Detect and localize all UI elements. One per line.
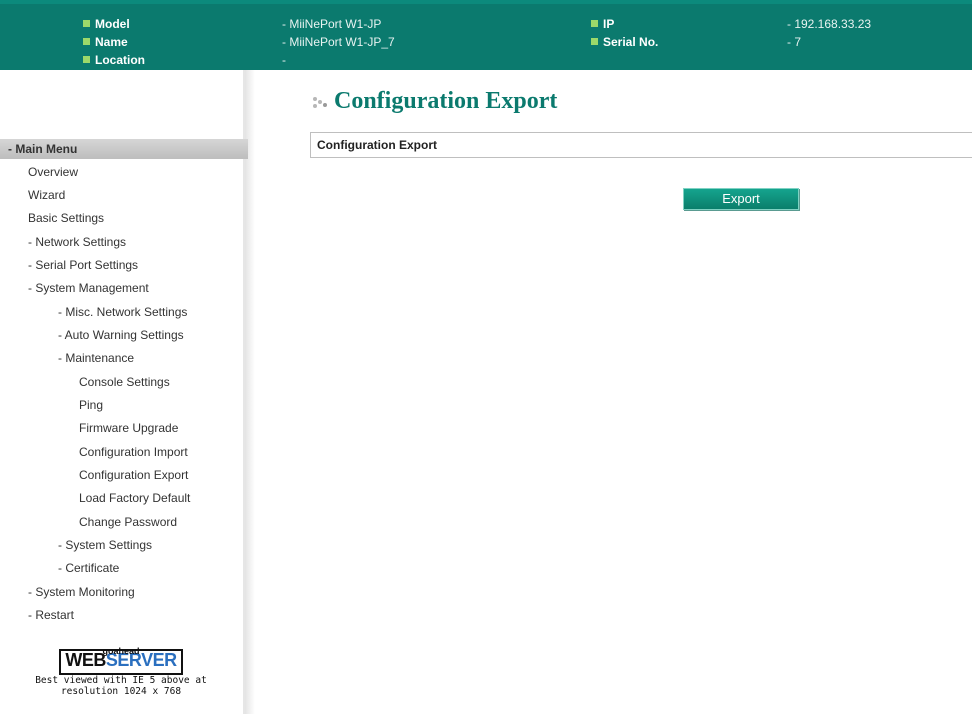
menu-item-restart[interactable]: - Restart xyxy=(28,606,74,624)
location-value: - xyxy=(282,52,286,68)
ip-label: IP xyxy=(603,17,615,31)
page-title-text: Configuration Export xyxy=(334,88,558,114)
name-value: - MiiNePort W1-JP_7 xyxy=(282,34,395,50)
main-menu-header[interactable]: - Main Menu xyxy=(0,139,248,159)
menu-item-configuration-export[interactable]: Configuration Export xyxy=(79,466,188,484)
menu-item-system-settings[interactable]: - System Settings xyxy=(58,536,152,554)
browser-note-line1: Best viewed with IE 5 above at xyxy=(35,675,207,686)
menu-item-change-password[interactable]: Change Password xyxy=(79,513,177,531)
location-label-row: Location xyxy=(83,52,145,68)
export-button[interactable]: Export xyxy=(683,188,799,210)
menu-item-certificate[interactable]: - Certificate xyxy=(58,559,119,577)
page-title: Configuration Export xyxy=(313,88,558,115)
menu-item-console-settings[interactable]: Console Settings xyxy=(79,373,170,391)
menu-item-wizard[interactable]: Wizard xyxy=(28,186,65,204)
ip-value: - 192.168.33.23 xyxy=(787,16,871,32)
menu-item-ping[interactable]: Ping xyxy=(79,396,103,414)
menu-item-load-factory-default[interactable]: Load Factory Default xyxy=(79,489,190,507)
name-label: Name xyxy=(95,35,128,49)
bullet-icon xyxy=(83,38,90,45)
ip-label-row: IP xyxy=(591,16,614,32)
menu-item-system-management[interactable]: - System Management xyxy=(28,279,149,297)
menu-item-maintenance[interactable]: - Maintenance xyxy=(58,349,134,367)
serial-value-text: - 7 xyxy=(787,35,802,49)
menu-item-basic-settings[interactable]: Basic Settings xyxy=(28,209,104,227)
location-label: Location xyxy=(95,53,145,67)
section-header: Configuration Export xyxy=(310,132,972,158)
model-value: - MiiNePort W1-JP xyxy=(282,16,381,32)
ip-value-text: - 192.168.33.23 xyxy=(787,17,872,31)
logo-goahead-text: goahead xyxy=(102,646,140,656)
webserver-logo-badge: goahead WEBSERVER xyxy=(59,646,183,675)
model-value-text: - MiiNePort W1-JP xyxy=(282,17,382,31)
menu-item-overview[interactable]: Overview xyxy=(28,163,78,181)
serial-label: Serial No. xyxy=(603,35,659,49)
bullet-icon xyxy=(83,20,90,27)
menu-item-auto-warning-settings[interactable]: - Auto Warning Settings xyxy=(58,326,184,344)
menu-item-system-monitoring[interactable]: - System Monitoring xyxy=(28,583,135,601)
menu-item-network-settings[interactable]: - Network Settings xyxy=(28,233,126,251)
browser-note-line2: resolution 1024 x 768 xyxy=(60,686,182,697)
bullet-icon xyxy=(83,56,90,63)
serial-value: - 7 xyxy=(787,34,801,50)
model-label-row: Model xyxy=(83,16,130,32)
bullet-icon xyxy=(591,20,598,27)
menu-item-serial-port-settings[interactable]: - Serial Port Settings xyxy=(28,256,138,274)
dots-icon xyxy=(313,97,327,108)
serial-label-row: Serial No. xyxy=(591,34,658,50)
name-label-row: Name xyxy=(83,34,128,50)
menu-item-misc-network-settings[interactable]: - Misc. Network Settings xyxy=(58,303,187,321)
bullet-icon xyxy=(591,38,598,45)
menu-item-configuration-import[interactable]: Configuration Import xyxy=(79,443,188,461)
device-info-header: Model - MiiNePort W1-JP Name - MiiNePort… xyxy=(0,0,972,70)
webserver-logo: goahead WEBSERVER Best viewed with IE 5 a… xyxy=(2,646,240,709)
location-value-text: - xyxy=(282,53,286,67)
name-value-text: - MiiNePort W1-JP_7 xyxy=(282,35,395,49)
model-label: Model xyxy=(95,17,130,31)
menu-item-firmware-upgrade[interactable]: Firmware Upgrade xyxy=(79,419,178,437)
